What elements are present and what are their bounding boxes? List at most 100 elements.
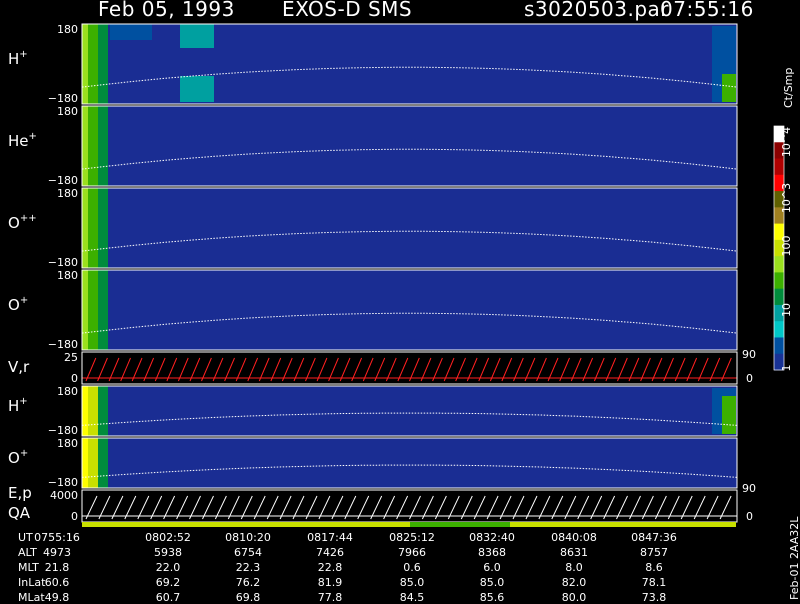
colorbar-label-0: 10^4 [780,127,793,157]
table-cell: 0840:08 [551,531,597,544]
colorbar-seg-10 [774,288,784,306]
panel-7-tick-top: 4000 [50,489,78,502]
panel-4-right-top: 90 [742,348,756,361]
colorbar-seg-13 [774,337,784,355]
panel-7-right-top: 90 [742,482,756,495]
header-time: 07:55:16 [660,0,754,21]
qa-bar-0 [82,522,412,527]
panel-3-strip-1 [88,270,98,350]
panel-3-tick-top: 180 [57,269,78,282]
panel-1-label-sup: + [29,131,37,142]
table-cell: 80.0 [561,591,587,604]
panel-3-label-sup: + [20,295,28,306]
table-cell: 4973 [43,546,71,559]
panel-7-label-qa: QA [8,504,31,522]
colorbar-seg-9 [774,272,784,290]
qa-bar-1 [410,522,510,527]
panel-0-patch-c [110,24,152,40]
panel-5-strip-2 [98,386,108,436]
panel-1-strip-1 [88,106,98,186]
panel-6-strip-2 [98,438,108,488]
panel-2-label-sup: ++ [20,213,37,224]
table-cell: 5938 [154,546,182,559]
table-cell: 0817:44 [307,531,353,544]
panel-bg-5 [82,386,737,436]
table-cell: 69.8 [235,591,261,604]
table-cell: 22.3 [235,561,261,574]
panel-bg-4 [82,352,737,384]
table-cell: 85.6 [479,591,505,604]
panel-2-strip-1 [88,188,98,268]
table-row-label: ALT [18,546,37,559]
header-date: Feb 05, 1993 [98,0,235,21]
panel-5-label: H+ [8,396,28,415]
panel-6-tick-top: 180 [57,437,78,450]
panel-5-tick-top: 180 [57,385,78,398]
panel-7-tick-bottom: 0 [71,510,78,523]
panel-0-strip-2 [98,24,108,104]
table-cell: 7426 [316,546,344,559]
table-cell: 76.2 [235,576,261,589]
panel-1-tick-bottom: −180 [48,174,78,187]
table-cell: 6754 [234,546,262,559]
panel-4-tick-bottom: 0 [71,372,78,385]
panel-3-tick-bottom: −180 [48,338,78,351]
qa-bar-2 [510,522,736,527]
table-cell: 0847:36 [631,531,677,544]
panel-bg-6 [82,438,737,488]
table-cell: 73.8 [641,591,667,604]
panel-0-tick-top: 180 [57,23,78,36]
panel-2-label: O++ [8,213,37,232]
panel-0-patch-a [180,24,214,48]
plot-canvas: 180−180H+180−180He+180−180O++180−180O+25… [8,23,793,527]
panel-bg-1 [82,106,737,186]
panel-1-label: He+ [8,131,37,150]
panel-5-label-sup: + [19,396,27,407]
panel-0-label: H+ [8,49,28,68]
panel-0-tick-bottom: −180 [48,92,78,105]
table-cell: 78.1 [641,576,667,589]
table-cell: 8368 [478,546,506,559]
table-cell: 85.0 [399,576,425,589]
table-cell: 22.8 [317,561,343,574]
panel-4-label: V,r [8,358,30,376]
panel-4-right-bottom: 0 [746,372,753,385]
header-file: s3020503.par [524,0,670,21]
table-cell: 0810:20 [225,531,271,544]
table-cell: 8631 [560,546,588,559]
panel-1-strip-2 [98,106,108,186]
panel-2-tick-top: 180 [57,187,78,200]
table-row-label: InLat [18,576,46,589]
panel-5-right-green [722,396,736,434]
colorbar-seg-2 [774,158,784,176]
panel-6-label: O+ [8,448,28,467]
table-cell: 60.6 [44,576,70,589]
colorbar-seg-12 [774,321,784,338]
table-cell: 0755:16 [34,531,80,544]
panel-6-label-sup: + [20,448,28,459]
table-cell: 69.2 [155,576,181,589]
colorbar-seg-8 [774,256,784,273]
colorbar-label-4: 1 [780,365,793,372]
panel-3-label: O+ [8,295,28,314]
table-row-label: UT [18,531,33,544]
table-cell: 82.0 [561,576,587,589]
panel-0-strip-1 [88,24,98,104]
table-cell: 49.8 [44,591,70,604]
table-cell: 0825:12 [389,531,435,544]
panel-0-strip-0 [82,24,88,104]
panel-6-strip-1 [88,438,98,488]
table-cell: 84.5 [399,591,425,604]
panel-0-right-green [722,74,736,102]
table-cell: 22.0 [155,561,181,574]
panel-5-strip-0 [82,386,88,436]
panel-7-right-bottom: 0 [746,510,753,523]
panel-5-tick-bottom: −180 [48,424,78,437]
panel-3-strip-2 [98,270,108,350]
table-cell: 85.0 [479,576,505,589]
panel-6-strip-0 [82,438,88,488]
table-cell: 7966 [398,546,426,559]
colorbar-label-2: 100 [780,236,793,257]
panel-1-tick-top: 180 [57,105,78,118]
colorbar-unit: Ct/Smp [782,67,795,108]
